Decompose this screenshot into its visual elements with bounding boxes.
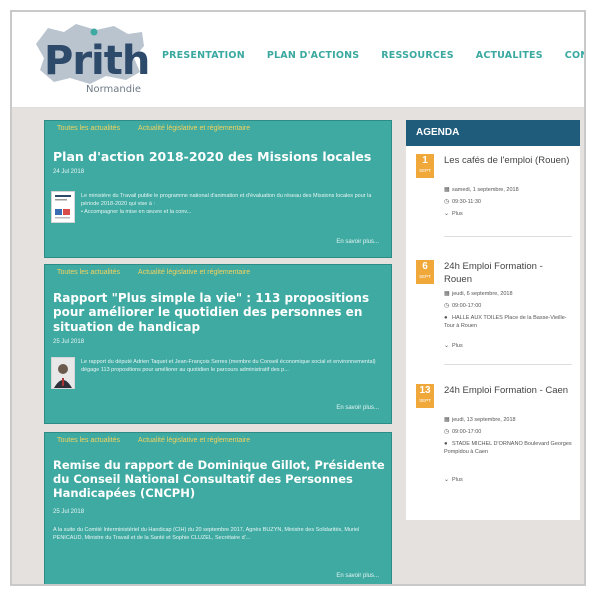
main-nav: PRESENTATION PLAN D'ACTIONS RESSOURCES A… (162, 50, 584, 61)
agenda-event: 13 SEPT 24h Emploi Formation - Caen ▦ jeu… (416, 384, 572, 504)
event-divider (444, 364, 572, 365)
map-pin-icon: ● (444, 441, 448, 447)
article-title[interactable]: Plan d'action 2018-2020 des Missions loc… (53, 149, 383, 164)
calendar-icon: ▦ (444, 291, 450, 297)
article-title[interactable]: Remise du rapport de Dominique Gillot, P… (53, 458, 389, 500)
article-date: 25 Jul 2018 (53, 339, 85, 345)
logo-wordmark: Prith (44, 38, 150, 84)
event-title[interactable]: 24h Emploi Formation - Caen (444, 384, 572, 397)
article-tags: Toutes les actualités Actualité législat… (57, 269, 250, 276)
event-date-badge: 6 SEPT (416, 260, 434, 284)
nav-plan-actions[interactable]: PLAN D'ACTIONS (267, 50, 359, 61)
event-time: ◷ 09:00-17:00 (444, 428, 572, 436)
agenda-title: AGENDA (406, 120, 580, 146)
article-tags: Toutes les actualités Actualité législat… (57, 125, 250, 132)
event-day: 1 (422, 155, 428, 166)
tag-legislative[interactable]: Actualité législative et réglementaire (138, 125, 250, 132)
event-date-text: jeudi, 6 septembre, 2018 (452, 291, 513, 297)
nav-actualites[interactable]: ACTUALITES (476, 50, 543, 61)
nav-ressources[interactable]: RESSOURCES (381, 50, 453, 61)
excerpt-bullet: • Accompagner la mise en œuvre et la con… (81, 208, 192, 215)
page-frame: Prith Normandie PRESENTATION PLAN D'ACTI… (10, 10, 586, 586)
event-more-text: Plus (452, 343, 463, 349)
event-time-text: 09:00-17:00 (452, 429, 482, 435)
article-excerpt: A la suite du Comité Interministériel du… (53, 527, 360, 541)
chevron-down-icon: ⌄ (444, 343, 450, 349)
event-title[interactable]: Les cafés de l'emploi (Rouen) (444, 154, 572, 167)
event-more[interactable]: ⌄ Plus (444, 210, 572, 218)
event-date-badge: 1 SEPT (416, 154, 434, 178)
event-date-badge: 13 SEPT (416, 384, 434, 408)
logo-subtitle: Normandie (86, 84, 142, 95)
tag-all-news[interactable]: Toutes les actualités (57, 269, 120, 276)
event-place-text: HALLE AUX TOILES Place de la Basse-Vieil… (444, 315, 567, 329)
event-day: 6 (422, 261, 428, 272)
article-date: 25 Jul 2018 (53, 509, 85, 515)
agenda-event: 6 SEPT 24h Emploi Formation - Rouen ▦ jeu… (416, 260, 572, 376)
site-header: Prith Normandie PRESENTATION PLAN D'ACTI… (12, 12, 584, 108)
tag-all-news[interactable]: Toutes les actualités (57, 437, 120, 444)
clock-icon: ◷ (444, 303, 450, 309)
read-more-link[interactable]: En savoir plus... (336, 239, 379, 245)
calendar-icon: ▦ (444, 187, 450, 193)
read-more-link[interactable]: En savoir plus... (336, 405, 379, 411)
article-thumbnail (51, 357, 75, 389)
article-card: Toutes les actualités Actualité législat… (44, 264, 392, 424)
event-title[interactable]: 24h Emploi Formation - Rouen (444, 260, 572, 286)
calendar-icon: ▦ (444, 417, 450, 423)
event-time: ◷ 09:00-17:00 (444, 302, 572, 310)
site-logo[interactable]: Prith Normandie (30, 20, 150, 100)
event-date-text: jeudi, 13 septembre, 2018 (452, 417, 516, 423)
article-date: 24 Jul 2018 (53, 169, 85, 175)
article-excerpt: Le rapport du député Adrien Taquet et Je… (81, 359, 376, 373)
article-thumbnail (51, 191, 75, 223)
clock-icon: ◷ (444, 199, 450, 205)
event-time-text: 09:00-17:00 (452, 303, 482, 309)
agenda-event: 1 SEPT Les cafés de l'emploi (Rouen) ▦ sa… (416, 154, 572, 248)
nav-presentation[interactable]: PRESENTATION (162, 50, 245, 61)
event-more-text: Plus (452, 477, 463, 483)
event-date: ▦ jeudi, 6 septembre, 2018 (444, 290, 572, 298)
event-date-text: samedi, 1 septembre, 2018 (452, 187, 519, 193)
event-more[interactable]: ⌄ Plus (444, 342, 572, 350)
document-thumbnail-icon (52, 192, 74, 222)
event-date: ▦ jeudi, 13 septembre, 2018 (444, 416, 572, 424)
read-more-link[interactable]: En savoir plus... (336, 573, 379, 579)
excerpt-text: Le ministère du Travail publie le progra… (81, 193, 372, 207)
agenda-panel: AGENDA 1 SEPT Les cafés de l'emploi (Rou… (406, 120, 580, 520)
event-time-text: 09:30-11:30 (452, 199, 481, 205)
clock-icon: ◷ (444, 429, 450, 435)
article-card: Toutes les actualités Actualité législat… (44, 432, 392, 584)
nav-contacts[interactable]: CONTACTS (565, 50, 584, 61)
tag-legislative[interactable]: Actualité législative et réglementaire (138, 437, 250, 444)
event-month: SEPT (419, 398, 431, 403)
tag-all-news[interactable]: Toutes les actualités (57, 125, 120, 132)
article-card: Toutes les actualités Actualité législat… (44, 120, 392, 258)
event-more[interactable]: ⌄ Plus (444, 476, 572, 484)
event-divider (444, 236, 572, 237)
event-place: ● STADE MICHEL D'ORNANO Boulevard Georges… (444, 440, 572, 456)
article-title[interactable]: Rapport "Plus simple la vie" : 113 propo… (53, 291, 389, 334)
article-excerpt: Le ministère du Travail publie le progra… (81, 193, 381, 217)
article-tags: Toutes les actualités Actualité législat… (57, 437, 250, 444)
event-more-text: Plus (452, 211, 463, 217)
event-date: ▦ samedi, 1 septembre, 2018 (444, 186, 572, 194)
chevron-down-icon: ⌄ (444, 211, 450, 217)
event-place-text: STADE MICHEL D'ORNANO Boulevard Georges … (444, 441, 572, 455)
person-photo-icon (52, 358, 74, 388)
event-month: SEPT (419, 168, 431, 173)
event-day: 13 (419, 385, 431, 396)
chevron-down-icon: ⌄ (444, 477, 450, 483)
event-month: SEPT (419, 274, 431, 279)
event-time: ◷ 09:30-11:30 (444, 198, 572, 206)
event-place: ● HALLE AUX TOILES Place de la Basse-Viei… (444, 314, 572, 330)
map-pin-icon: ● (444, 315, 448, 321)
tag-legislative[interactable]: Actualité législative et réglementaire (138, 269, 250, 276)
